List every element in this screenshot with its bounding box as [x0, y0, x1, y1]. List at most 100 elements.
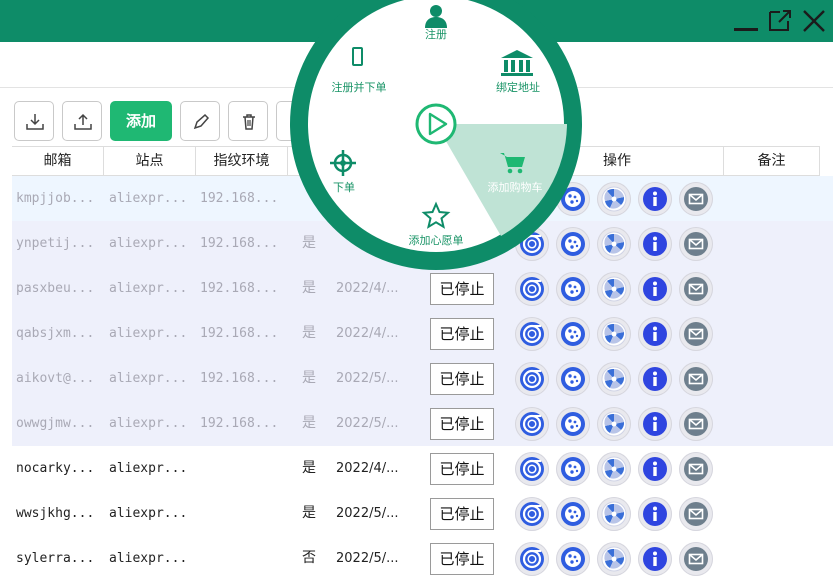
email-cell: nocarky...	[16, 461, 95, 476]
mail-icon[interactable]	[679, 407, 713, 441]
mail-icon[interactable]	[679, 497, 713, 531]
table-row[interactable]: wwsjkhg... aliexpr... 是 2022/5/... 已停止	[12, 491, 833, 536]
site-cell: aliexpr...	[109, 416, 188, 431]
email-cell: owwgjmw...	[16, 416, 95, 431]
mail-icon[interactable]	[679, 362, 713, 396]
minimize-icon[interactable]	[732, 6, 760, 34]
flag-cell: 是	[302, 370, 316, 386]
status-button[interactable]: 已停止	[430, 363, 494, 395]
status-button[interactable]: 已停止	[430, 318, 494, 350]
play-icon	[415, 103, 457, 145]
fan-icon[interactable]	[597, 362, 631, 396]
site-cell: aliexpr...	[109, 461, 188, 476]
cookie-icon[interactable]	[556, 452, 590, 486]
site-cell: aliexpr...	[109, 281, 188, 296]
radial-item-place-order[interactable]: 下单	[324, 179, 364, 195]
info-icon[interactable]	[638, 272, 672, 306]
chrome-icon[interactable]	[515, 497, 549, 531]
radial-item-add-wishlist[interactable]: 添加心愿单	[401, 232, 471, 248]
upload-icon	[74, 113, 92, 130]
radial-item-bind-address[interactable]: 绑定地址	[488, 79, 548, 95]
chrome-icon[interactable]	[515, 317, 549, 351]
mail-icon[interactable]	[679, 182, 713, 216]
chrome-icon[interactable]	[515, 542, 549, 576]
chrome-icon[interactable]	[515, 362, 549, 396]
date-cell: 2022/5/...	[336, 551, 399, 566]
chrome-icon[interactable]	[515, 452, 549, 486]
table-row[interactable]: sylerra... aliexpr... 否 2022/5/... 已停止	[12, 536, 833, 581]
import-button[interactable]	[14, 101, 54, 141]
delete-button[interactable]	[228, 101, 268, 141]
status-button[interactable]: 已停止	[430, 453, 494, 485]
cookie-icon[interactable]	[556, 407, 590, 441]
info-icon[interactable]	[638, 542, 672, 576]
column-header-notes[interactable]: 备注	[724, 147, 820, 175]
table-row[interactable]: owwgjmw... aliexpr... 192.168... 是 2022/5/..…	[12, 401, 833, 446]
mail-icon[interactable]	[679, 272, 713, 306]
fingerprint-cell: 192.168...	[200, 371, 279, 386]
radial-item-register[interactable]: 注册	[416, 26, 456, 42]
chrome-icon[interactable]	[515, 407, 549, 441]
fan-icon[interactable]	[597, 227, 631, 261]
info-icon[interactable]	[638, 497, 672, 531]
column-header-email[interactable]: 邮箱	[12, 147, 104, 175]
cookie-icon[interactable]	[556, 362, 590, 396]
site-cell: aliexpr...	[109, 326, 188, 341]
cookie-icon[interactable]	[556, 497, 590, 531]
mail-icon[interactable]	[679, 317, 713, 351]
fingerprint-cell: 192.168...	[200, 236, 279, 251]
radial-item-add-cart[interactable]: 添加购物车	[480, 179, 550, 195]
table-row[interactable]: nocarky... aliexpr... 是 2022/4/... 已停止	[12, 446, 833, 491]
email-cell: kmpjjob...	[16, 191, 95, 206]
fan-icon[interactable]	[597, 272, 631, 306]
status-button[interactable]: 已停止	[430, 408, 494, 440]
flag-cell: 是	[302, 460, 316, 476]
site-cell: aliexpr...	[109, 551, 188, 566]
date-cell: 2022/4/...	[336, 326, 399, 341]
popout-icon[interactable]	[766, 6, 794, 34]
email-cell: wwsjkhg...	[16, 506, 95, 521]
date-cell: 2022/5/...	[336, 416, 399, 431]
info-icon[interactable]	[638, 362, 672, 396]
flag-cell: 是	[302, 415, 316, 431]
cookie-icon[interactable]	[556, 317, 590, 351]
radial-item-register-and-order[interactable]: 注册并下单	[324, 79, 394, 95]
fan-icon[interactable]	[597, 542, 631, 576]
status-button[interactable]: 已停止	[430, 498, 494, 530]
trash-icon	[243, 114, 255, 130]
email-cell: sylerra...	[16, 551, 95, 566]
fan-icon[interactable]	[597, 407, 631, 441]
add-button[interactable]: 添加	[110, 101, 172, 141]
email-cell: pasxbeu...	[16, 281, 95, 296]
email-cell: qabsjxm...	[16, 326, 95, 341]
email-cell: aikovt@...	[16, 371, 95, 386]
fan-icon[interactable]	[597, 452, 631, 486]
site-cell: aliexpr...	[109, 506, 188, 521]
radial-menu: 注册 绑定地址 添加购物车 添加心愿单 下单 注册并下单	[280, 0, 592, 278]
fan-icon[interactable]	[597, 497, 631, 531]
email-cell: ynpetij...	[16, 236, 95, 251]
edit-button[interactable]	[180, 101, 220, 141]
cookie-icon[interactable]	[556, 542, 590, 576]
mail-icon[interactable]	[679, 227, 713, 261]
fingerprint-cell: 192.168...	[200, 416, 279, 431]
table-row[interactable]: aikovt@... aliexpr... 192.168... 是 2022/5/..…	[12, 356, 833, 401]
column-header-fingerprint[interactable]: 指纹环境	[196, 147, 288, 175]
table-row[interactable]: qabsjxm... aliexpr... 192.168... 是 2022/4/..…	[12, 311, 833, 356]
mail-icon[interactable]	[679, 452, 713, 486]
export-button[interactable]	[62, 101, 102, 141]
fan-icon[interactable]	[597, 182, 631, 216]
close-icon[interactable]	[800, 6, 828, 34]
column-header-site[interactable]: 站点	[104, 147, 196, 175]
info-icon[interactable]	[638, 182, 672, 216]
info-icon[interactable]	[638, 407, 672, 441]
mail-icon[interactable]	[679, 542, 713, 576]
fingerprint-cell: 192.168...	[200, 281, 279, 296]
fan-icon[interactable]	[597, 317, 631, 351]
date-cell: 2022/4/...	[336, 461, 399, 476]
info-icon[interactable]	[638, 227, 672, 261]
info-icon[interactable]	[638, 452, 672, 486]
flag-cell: 是	[302, 325, 316, 341]
status-button[interactable]: 已停止	[430, 543, 494, 575]
info-icon[interactable]	[638, 317, 672, 351]
